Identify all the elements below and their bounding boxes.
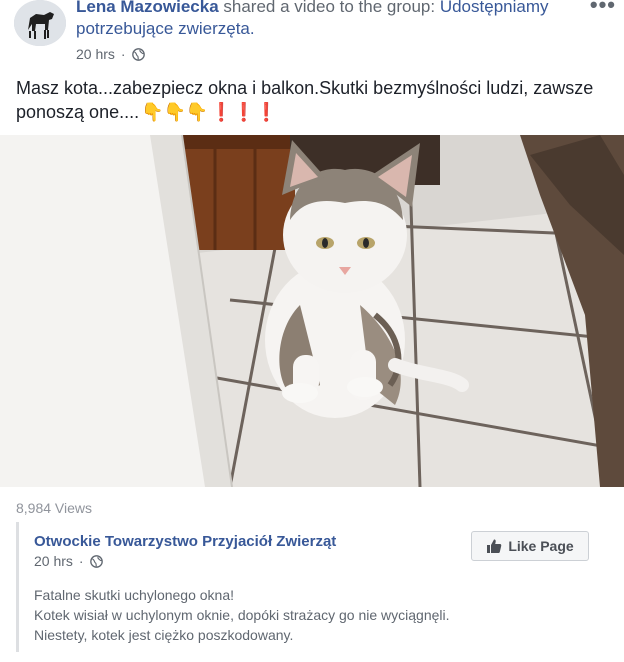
feed-post: Lena Mazowiecka shared a video to the gr…	[0, 0, 624, 662]
shared-text-line: Niestety, kotek jest ciężko poszkodowany…	[34, 627, 294, 643]
globe-icon[interactable]	[131, 47, 145, 61]
video-player[interactable]	[0, 135, 624, 487]
video-view-count: 8,984 Views	[16, 500, 93, 516]
globe-icon[interactable]	[89, 554, 103, 568]
post-meta: 20 hrs ·	[76, 46, 145, 62]
post-message: Masz kota...zabezpiecz okna i balkon.Sku…	[16, 76, 606, 124]
like-page-label: Like Page	[508, 538, 574, 554]
shared-page-card: Otwockie Towarzystwo Przyjaciół Zwierząt…	[16, 522, 608, 652]
shared-text-line: Fatalne skutki uchylonego okna!	[34, 587, 235, 603]
meta-separator: ·	[120, 46, 126, 62]
more-options-button[interactable]: •••	[590, 0, 616, 18]
like-page-button[interactable]: Like Page	[471, 531, 589, 561]
post-header: Lena Mazowiecka shared a video to the gr…	[76, 0, 576, 40]
shared-page-meta: 20 hrs ·	[34, 553, 103, 569]
horse-avatar-image	[14, 0, 66, 46]
author-avatar[interactable]	[14, 0, 66, 46]
post-time[interactable]: 20 hrs	[76, 46, 115, 62]
shared-page-name[interactable]: Otwockie Towarzystwo Przyjaciół Zwierząt	[34, 533, 336, 550]
shared-page-description: Fatalne skutki uchylonego okna! Kotek wi…	[34, 585, 450, 645]
author-name[interactable]: Lena Mazowiecka	[76, 0, 219, 16]
thumbs-up-icon	[487, 539, 502, 553]
post-message-text: Masz kota...zabezpiecz okna i balkon.Sku…	[16, 78, 594, 122]
meta-separator: ·	[78, 553, 84, 569]
share-action-text: shared a video to the group:	[218, 0, 440, 16]
exclamation-emoji: ❗❗❗	[210, 102, 278, 122]
pointing-down-emoji: 👇👇👇	[141, 102, 209, 122]
shared-page-time[interactable]: 20 hrs	[34, 553, 73, 569]
shared-text-line: Kotek wisiał w uchylonym oknie, dopóki s…	[34, 607, 450, 623]
cat-video-frame	[0, 135, 624, 487]
